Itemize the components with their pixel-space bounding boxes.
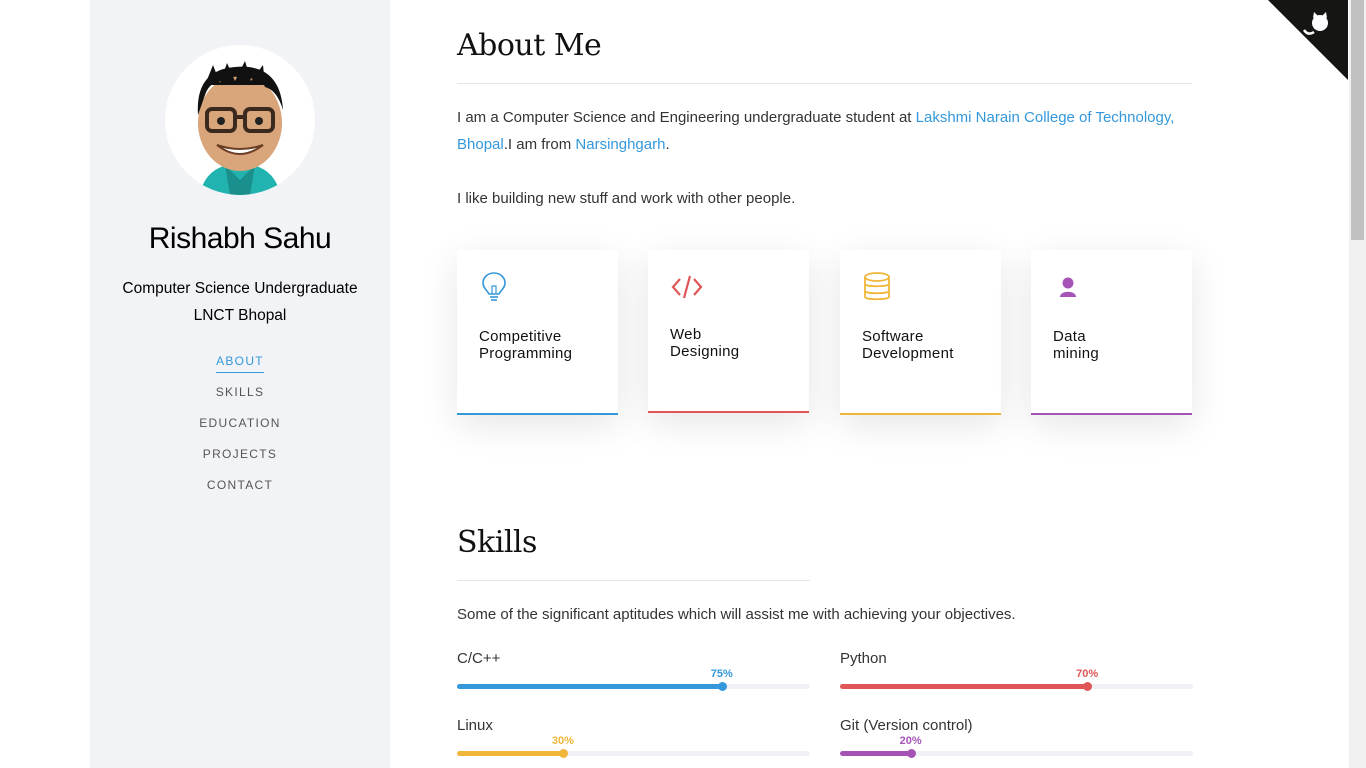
card-accent-bar (457, 413, 618, 415)
nav-item-education[interactable]: EDUCATION (90, 415, 390, 446)
code-icon (671, 275, 703, 299)
skill-track (457, 749, 810, 758)
service-card-software-development: Software Development (840, 250, 1001, 415)
nav-item-skills[interactable]: SKILLS (90, 384, 390, 415)
skill-handle (906, 749, 916, 758)
nav-label: EDUCATION (199, 416, 281, 430)
skill-percent: 75% (710, 668, 733, 680)
nav-item-projects[interactable]: PROJECTS (90, 446, 390, 477)
skill-fill (840, 751, 911, 756)
card-accent-bar (840, 413, 1001, 415)
skill-percent: 30% (551, 735, 574, 747)
skill-handle (1083, 682, 1093, 691)
skill-fill (840, 684, 1088, 689)
about-paragraph-1: I am a Computer Science and Engineering … (457, 104, 1192, 158)
skill-handle (558, 749, 568, 758)
card-label: Software Development (862, 328, 954, 362)
user-icon (1060, 277, 1076, 297)
subtitle-role: Computer Science Undergraduate (122, 280, 358, 297)
skill-percent: 20% (899, 735, 922, 747)
service-card-competitive-programming: Competitive Programming (457, 250, 618, 415)
card-label: Competitive Programming (479, 328, 573, 362)
sidebar: Rishabh Sahu Computer Science Undergradu… (90, 0, 390, 768)
skill-fill (457, 751, 563, 756)
service-card-web-designing: Web Designing (648, 250, 809, 413)
page-scrollbar[interactable] (1349, 0, 1366, 768)
skill-handle (717, 682, 727, 691)
lightbulb-icon (482, 272, 506, 301)
hometown-link[interactable]: Narsinghgarh (575, 136, 665, 153)
profile-subtitle: Computer Science Undergraduate LNCT Bhop… (90, 275, 390, 329)
service-card-data-mining: Data mining (1031, 250, 1192, 415)
sidebar-nav: ABOUT SKILLS EDUCATION PROJECTS CONTACT (90, 353, 390, 508)
nav-label: SKILLS (215, 385, 265, 399)
skill-name: Python (840, 650, 887, 667)
card-label: Data mining (1053, 328, 1099, 362)
nav-label: ABOUT (216, 353, 264, 373)
skill-name: Linux (457, 717, 493, 734)
skill-name: Git (Version control) (840, 717, 973, 734)
card-accent-bar (648, 411, 809, 413)
about-text: . (665, 136, 670, 153)
skill-track (840, 749, 1193, 758)
skills-divider (457, 580, 810, 581)
skill-track (840, 682, 1193, 691)
subtitle-college: LNCT Bhopal (193, 307, 287, 324)
about-text: .I am from (503, 136, 576, 153)
skill-fill (457, 684, 722, 689)
skill-name: C/C++ (457, 650, 501, 667)
avatar (165, 45, 315, 195)
about-text: I am a Computer Science and Engineering … (457, 109, 916, 126)
page: Rishabh Sahu Computer Science Undergradu… (0, 0, 1366, 768)
card-accent-bar (1031, 413, 1192, 415)
skill-track (457, 682, 810, 691)
database-icon (864, 272, 890, 301)
skills-intro: Some of the significant aptitudes which … (457, 606, 1016, 623)
card-label: Web Designing (670, 326, 740, 360)
nav-label: PROJECTS (202, 447, 278, 461)
avatar-illustration (197, 61, 283, 195)
about-heading: About Me (457, 28, 602, 63)
scrollbar-thumb[interactable] (1351, 0, 1364, 240)
github-corner-link[interactable] (1268, 0, 1348, 80)
skills-heading: Skills (457, 525, 537, 560)
nav-label: CONTACT (206, 478, 274, 492)
about-divider (457, 83, 1192, 84)
about-paragraph-2: I like building new stuff and work with … (457, 190, 796, 207)
skill-percent: 70% (1076, 668, 1099, 680)
nav-item-contact[interactable]: CONTACT (90, 477, 390, 508)
nav-item-about[interactable]: ABOUT (90, 353, 390, 384)
profile-name: Rishabh Sahu (148, 222, 332, 255)
